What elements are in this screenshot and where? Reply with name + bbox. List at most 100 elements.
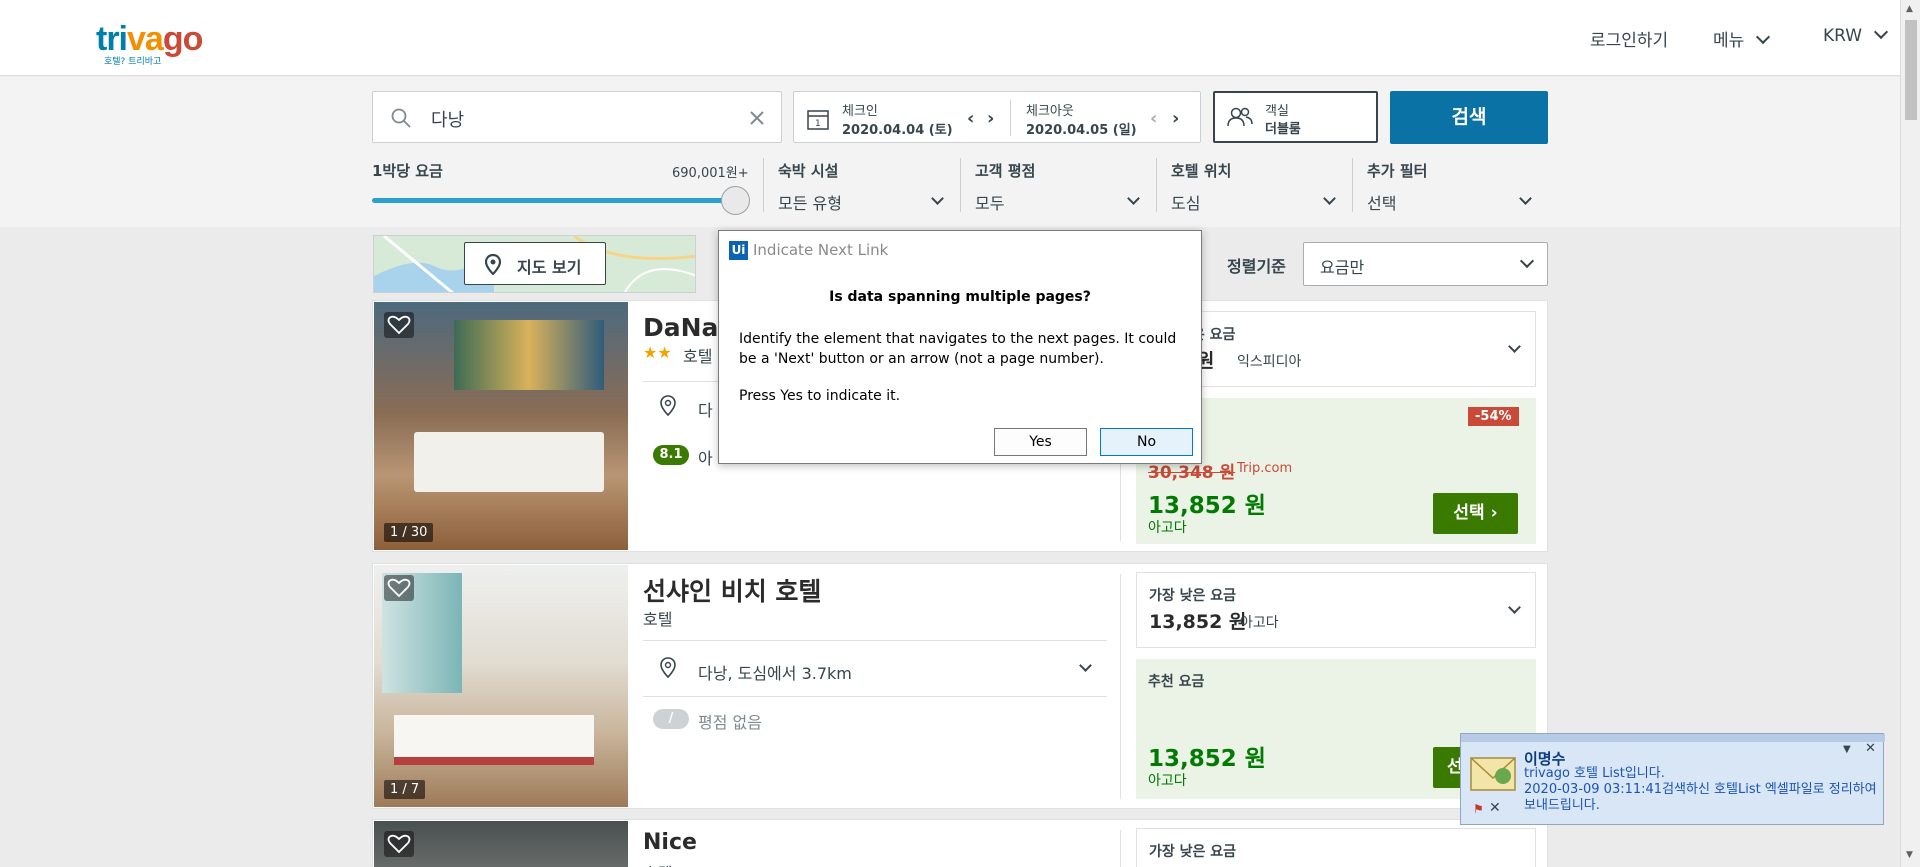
discount-badge: -54% — [1468, 407, 1519, 426]
favorite-heart-icon[interactable] — [384, 312, 414, 338]
deal-provider: 아고다 — [1148, 773, 1187, 789]
more-filter-label: 추가 필터 — [1367, 162, 1428, 180]
chevron-down-icon[interactable] — [1508, 601, 1521, 614]
flag-icon[interactable]: ⚑ — [1473, 802, 1484, 816]
guests-label: 객실 — [1265, 104, 1289, 119]
close-icon[interactable]: ✕ — [1865, 741, 1876, 756]
no-button[interactable]: No — [1100, 428, 1193, 456]
mail-envelope-icon — [1470, 757, 1516, 791]
currency-selector[interactable]: KRW — [1823, 24, 1889, 46]
notification-grip[interactable] — [1461, 734, 1885, 742]
show-map-label: 지도 보기 — [517, 258, 582, 277]
hotel-type: 호텔 — [643, 860, 672, 867]
rating-text: 아 — [698, 449, 713, 468]
scroll-up-arrow[interactable]: ▲ — [1906, 4, 1913, 14]
checkin-prev-arrow[interactable]: ‹ — [967, 108, 974, 129]
lodging-filter-value[interactable]: 모든 유형 — [778, 190, 842, 214]
hotel-card[interactable]: Nice 호텔 가장 낮은 요금 — [372, 819, 1548, 867]
checkout-next-arrow[interactable]: › — [1172, 108, 1179, 129]
chevron-down-icon — [1874, 24, 1889, 40]
favorite-heart-icon[interactable] — [384, 831, 414, 857]
deal-price: 13,852 원 — [1148, 493, 1266, 519]
price-filter-value: 690,001원+ — [672, 166, 749, 181]
filter-divider — [1352, 158, 1353, 212]
lowest-price-panel[interactable]: 가장 낮은 요금 13,852 원 아고다 — [1136, 572, 1536, 648]
indicate-next-link-dialog: Ui Indicate Next Link Is data spanning m… — [718, 230, 1202, 464]
clear-icon[interactable] — [749, 110, 765, 126]
show-map-button[interactable]: 지도 보기 — [464, 242, 606, 285]
checkout-date[interactable]: 2020.04.05 (일) — [1026, 119, 1137, 138]
search-button[interactable]: 검색 — [1390, 91, 1548, 144]
location-filter-value[interactable]: 도심 — [1171, 190, 1200, 214]
guests-selector[interactable]: 객실 더블룸 — [1213, 91, 1378, 143]
price-slider-track[interactable] — [372, 198, 734, 203]
deal-price: 13,852 원 — [1148, 746, 1266, 772]
location-filter-label: 호텔 위치 — [1171, 162, 1232, 180]
site-header: trivago 호텔? 트리바고 로그인하기 메뉴 KRW — [0, 0, 1900, 76]
hotel-name[interactable]: Nice — [643, 830, 697, 855]
scrollbar-thumb[interactable] — [1905, 20, 1917, 120]
delete-icon[interactable]: ✕ — [1489, 800, 1501, 816]
hotel-type: 호텔 — [643, 610, 673, 629]
dialog-title: Indicate Next Link — [753, 241, 889, 259]
hotel-type: 호텔 — [683, 347, 713, 366]
lodging-filter-label: 숙박 시설 — [778, 162, 839, 180]
card-divider — [1120, 830, 1121, 867]
sort-label: 정렬기준 — [1227, 257, 1286, 276]
lowest-price-provider: 익스피디아 — [1237, 354, 1302, 370]
lowest-price-value: 13,852 원 — [1149, 611, 1247, 633]
hotel-location[interactable]: 다 — [698, 397, 713, 421]
deal-provider: 아고다 — [1148, 520, 1187, 536]
lowest-price-panel[interactable]: 가장 낮은 요금 — [1136, 828, 1536, 867]
chevron-down-icon[interactable] — [1079, 659, 1092, 672]
sort-value: 요금만 — [1320, 258, 1365, 277]
bed-image — [394, 715, 594, 765]
sort-select[interactable]: 요금만 — [1303, 242, 1548, 286]
yes-button[interactable]: Yes — [994, 428, 1087, 456]
notification-subject: trivago 호텔 List입니다. — [1524, 766, 1665, 781]
photo-counter: 1 / 30 — [384, 523, 434, 542]
chevron-down-icon[interactable] — [1508, 340, 1521, 353]
rating-filter-value[interactable]: 모두 — [975, 190, 1004, 214]
notification-preview: 2020-03-09 03:11:41검색하신 호텔List 엑셀파일로 정리하… — [1524, 782, 1877, 813]
hotel-photo[interactable] — [374, 821, 628, 867]
select-label: 선택 — [1453, 503, 1485, 523]
scroll-down-arrow[interactable]: ▼ — [1906, 850, 1913, 860]
notification-menu-icon[interactable]: ▼ — [1843, 744, 1851, 755]
checkin-date[interactable]: 2020.04.04 (토) — [842, 119, 953, 138]
destination-input[interactable]: 다낭 — [372, 91, 782, 143]
card-divider — [643, 696, 1107, 697]
original-price-provider: Trip.com — [1237, 461, 1293, 476]
more-filter-value[interactable]: 선택 — [1367, 190, 1396, 214]
price-slider-handle[interactable] — [721, 186, 750, 215]
rating-badge: 8.1 — [653, 445, 689, 465]
location-pin-icon — [660, 657, 676, 679]
login-link[interactable]: 로그인하기 — [1590, 26, 1668, 51]
filter-divider — [763, 158, 764, 212]
hotel-photo[interactable]: 1 / 7 — [374, 565, 628, 807]
hotel-name[interactable]: 선샤인 비치 호텔 — [643, 572, 821, 608]
star-rating: ★★ — [643, 343, 672, 362]
svg-text:1: 1 — [815, 119, 821, 129]
hotel-location[interactable]: 다낭, 도심에서 3.7km — [698, 660, 852, 684]
dialog-message: Identify the element that navigates to t… — [739, 331, 1177, 367]
email-notification[interactable]: 이명수 trivago 호텔 List입니다. 2020-03-09 03:11… — [1460, 733, 1885, 825]
select-deal-button[interactable]: 선택 › — [1433, 493, 1518, 534]
hotel-card[interactable]: 1 / 7 선샤인 비치 호텔 호텔 다낭, 도심에서 3.7km / 평점 없… — [372, 563, 1548, 809]
bed-image — [414, 432, 604, 492]
date-picker[interactable]: 1 체크인 2020.04.04 (토) ‹ › 체크아웃 2020.04.05… — [793, 91, 1201, 143]
users-icon — [1227, 107, 1253, 127]
currency-label: KRW — [1823, 26, 1863, 46]
calendar-icon: 1 — [807, 110, 829, 130]
photo-counter: 1 / 7 — [384, 780, 426, 799]
date-divider — [1010, 100, 1011, 136]
trivago-logo[interactable]: trivago 호텔? 트리바고 — [96, 22, 203, 67]
hotel-photo[interactable]: 1 / 30 — [374, 302, 628, 550]
checkout-prev-arrow[interactable]: ‹ — [1150, 108, 1157, 129]
menu-button[interactable]: 메뉴 — [1713, 26, 1771, 51]
map-pin-icon — [485, 254, 501, 275]
price-filter-label: 1박당 요금 — [372, 162, 443, 180]
page-scrollbar[interactable]: ▲ ▼ — [1900, 0, 1920, 867]
checkin-next-arrow[interactable]: › — [987, 108, 994, 129]
favorite-heart-icon[interactable] — [384, 575, 414, 601]
